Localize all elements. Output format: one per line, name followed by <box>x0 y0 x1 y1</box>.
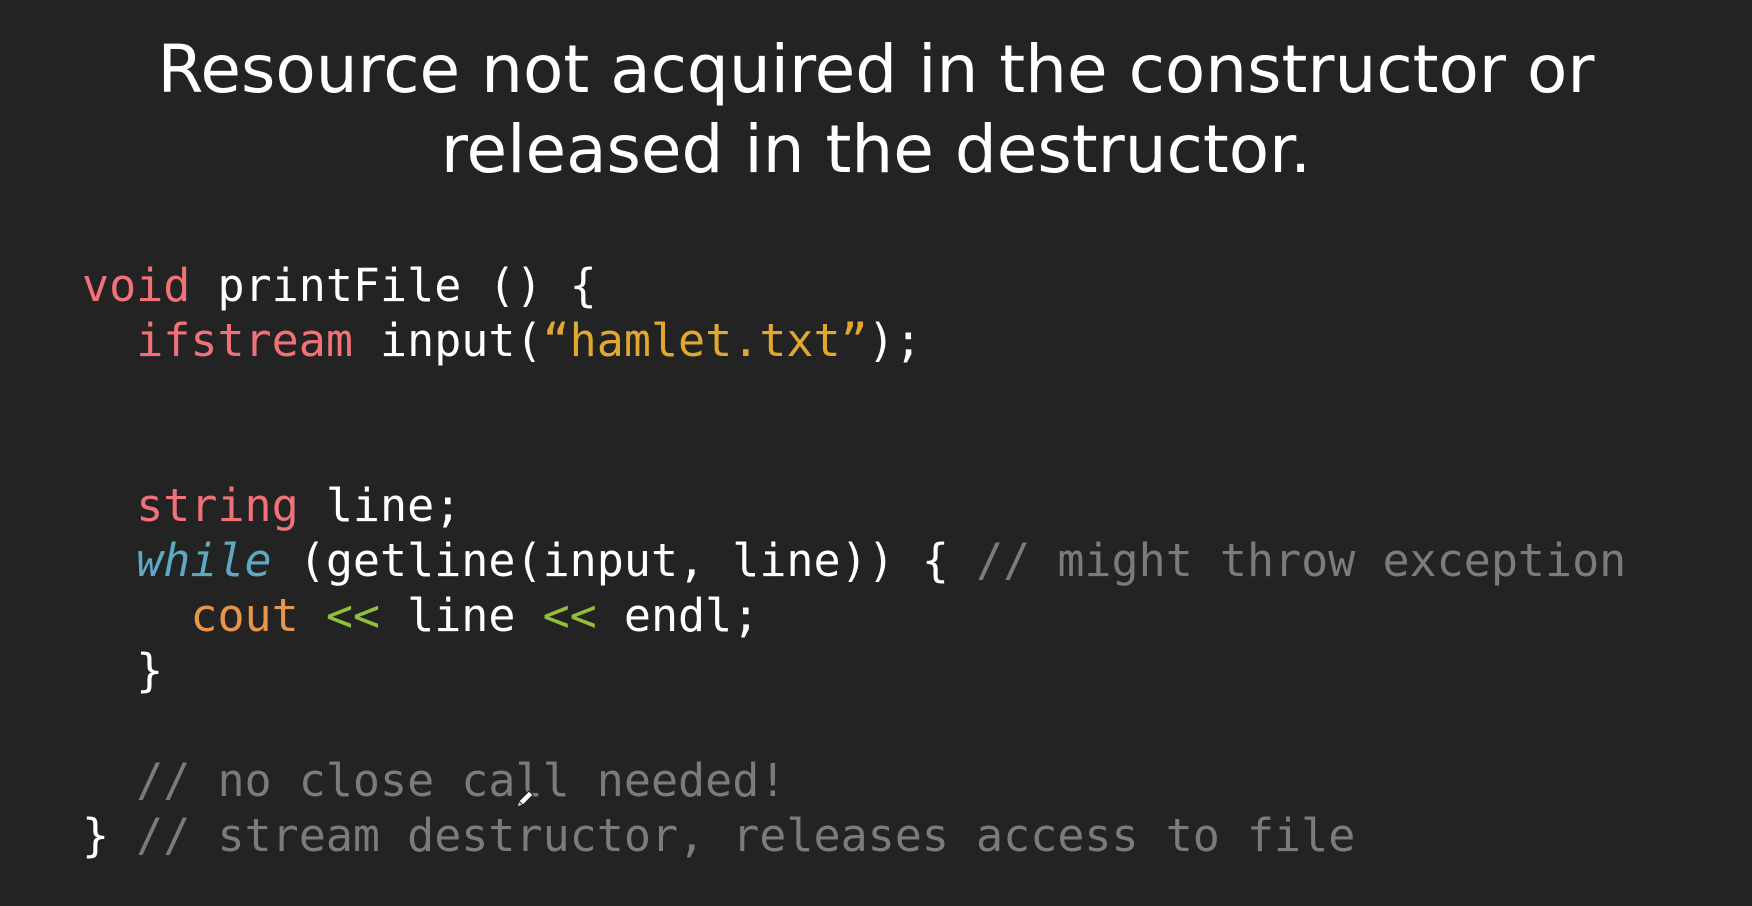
while-close-brace: } <box>82 644 164 697</box>
endl-statement: endl; <box>596 589 760 642</box>
filename-string: “hamlet.txt” <box>542 314 868 367</box>
code-line-2: ifstream input(“hamlet.txt”); <box>82 313 922 368</box>
title-line-1: Resource not acquired in the constructor… <box>157 31 1595 108</box>
ifstream-type: ifstream <box>136 314 353 367</box>
code-line-8: } // stream destructor, releases access … <box>82 808 1355 863</box>
destructor-comment: // stream destructor, releases access to… <box>109 809 1356 862</box>
string-type: string <box>136 479 299 532</box>
line-variable: line <box>380 589 543 642</box>
code-line-4: while (getline(input, line)) { // might … <box>82 533 1626 588</box>
code-line-3: string line; <box>82 478 461 533</box>
input-call: input( <box>352 314 543 367</box>
slide-title: Resource not acquired in the constructor… <box>0 30 1752 190</box>
function-close-brace: } <box>82 809 110 862</box>
while-keyword: while <box>136 534 272 587</box>
no-close-comment: // no close call needed! <box>136 754 787 807</box>
code-line-7: // no close call needed! <box>82 753 786 808</box>
pen-cursor-icon <box>516 790 534 808</box>
stream-operator-2: << <box>542 589 597 642</box>
code-line-1: void printFile () { <box>82 258 597 313</box>
title-line-2: released in the destructor. <box>440 111 1312 188</box>
function-signature: printFile () { <box>190 259 597 312</box>
slide: Resource not acquired in the constructor… <box>0 0 1752 906</box>
while-condition: (getline(input, line)) { <box>271 534 977 587</box>
line-declaration: line; <box>298 479 462 532</box>
statement-end: ); <box>867 314 922 367</box>
code-line-5: cout << line << endl; <box>82 588 759 643</box>
cout-object: cout <box>190 589 299 642</box>
stream-operator-1: << <box>325 589 381 642</box>
void-keyword: void <box>82 259 191 312</box>
code-line-6: } <box>82 643 163 698</box>
exception-comment: // might throw exception <box>976 534 1627 587</box>
